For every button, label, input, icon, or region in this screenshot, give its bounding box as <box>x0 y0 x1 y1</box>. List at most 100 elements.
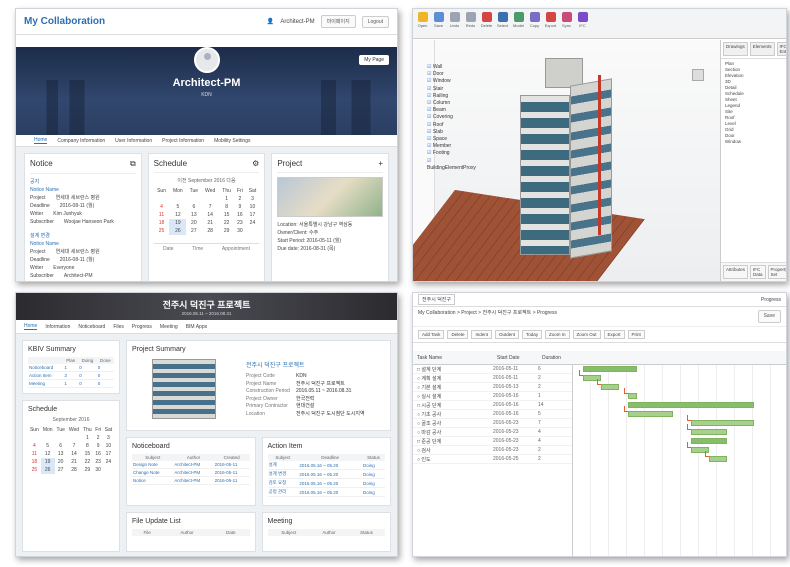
calendar-day[interactable]: 19 <box>40 458 55 466</box>
my-page-button[interactable]: My Page <box>359 55 389 65</box>
task-row[interactable]: □ 시공 단계 2016-05-16 14 <box>413 401 572 410</box>
task-bar[interactable] <box>628 393 637 399</box>
tool-export-button[interactable]: Export <box>544 12 557 35</box>
calendar-day[interactable]: 22 <box>81 458 93 466</box>
table-row[interactable]: 공정 관리 2016.05.16 ~ 05.20 Doing <box>267 487 385 497</box>
task-bar[interactable] <box>691 420 754 426</box>
calendar-day[interactable]: 4 <box>28 442 41 450</box>
calendar-day[interactable]: 18 <box>28 458 41 466</box>
calendar-day[interactable]: 3 <box>246 195 260 203</box>
task-bar[interactable] <box>691 429 727 435</box>
plus-icon[interactable]: + <box>378 159 383 168</box>
logout-button[interactable]: Logout <box>361 15 389 28</box>
tree-item[interactable]: Column <box>427 100 477 107</box>
calendar-day[interactable]: 16 <box>234 211 245 219</box>
calendar-day[interactable]: 7 <box>201 203 219 211</box>
calendar-day[interactable]: 28 <box>201 227 219 235</box>
next-month-button[interactable]: 다음 <box>225 178 235 184</box>
save-button[interactable]: Save <box>757 310 781 323</box>
3d-viewport[interactable] <box>413 40 720 281</box>
task-row[interactable]: ○ 골조 공사 2016-05-23 7 <box>413 419 572 428</box>
tree-item[interactable]: Member <box>427 143 477 150</box>
calendar-day[interactable]: 10 <box>103 442 114 450</box>
task-row[interactable]: ○ 기본 설계 2016-05-13 2 <box>413 383 572 392</box>
tab-noticeboard[interactable]: Noticeboard <box>78 324 105 330</box>
gantt-tool-button[interactable]: Today <box>521 330 542 339</box>
task-row[interactable]: ○ 검사 2016-05-23 2 <box>413 446 572 455</box>
tree-item[interactable]: Wall <box>427 64 477 71</box>
gantt-tool-button[interactable]: Zoom In <box>545 330 570 339</box>
more-icon[interactable]: ⧉ <box>130 159 136 169</box>
task-bar[interactable] <box>583 366 637 372</box>
project-selector[interactable]: 전주시 덕진구 <box>418 294 455 305</box>
tab-user[interactable]: User Information <box>115 138 152 144</box>
calendar-day[interactable]: 29 <box>219 227 234 235</box>
tab-mobility[interactable]: Mobility Settings <box>214 138 250 144</box>
tool-ifc-button[interactable]: IFC <box>576 12 589 35</box>
task-row[interactable]: ○ 마감 공사 2016-05-23 4 <box>413 428 572 437</box>
tree-item[interactable]: Stair <box>427 86 477 93</box>
calendar-day[interactable]: 11 <box>154 211 170 219</box>
table-row[interactable]: Meeting 1 0 0 <box>28 379 114 388</box>
calendar-day[interactable]: 16 <box>94 450 103 458</box>
task-row[interactable]: □ 준공 단계 2016-05-23 4 <box>413 437 572 446</box>
gantt-tool-button[interactable]: Print <box>627 330 645 339</box>
tool-undo-button[interactable]: Undo <box>448 12 461 35</box>
calendar-day[interactable]: 9 <box>234 203 245 211</box>
drawing-item[interactable]: Window <box>725 139 782 145</box>
tab-information[interactable]: Information <box>45 324 70 330</box>
tree-item[interactable]: Covering <box>427 114 477 121</box>
table-row[interactable]: Design Note Architect-PM 2016-05-11 <box>132 461 250 469</box>
tool-select-button[interactable]: Select <box>496 12 509 35</box>
tree-item[interactable]: Footing <box>427 150 477 157</box>
calendar-day[interactable]: 3 <box>103 434 114 442</box>
calendar-day[interactable]: 28 <box>67 466 81 474</box>
calendar-day[interactable]: 27 <box>55 466 67 474</box>
calendar-day[interactable]: 5 <box>41 442 55 450</box>
calendar-day[interactable]: 6 <box>186 203 201 211</box>
user-name[interactable]: Architect-PM <box>280 19 314 25</box>
tab-bim-apps[interactable]: BIM Apps <box>186 324 207 330</box>
tree-item[interactable]: Window <box>427 78 477 85</box>
task-row[interactable]: ○ 기초 공사 2016-05-16 5 <box>413 410 572 419</box>
calendar-day[interactable]: 7 <box>67 442 81 450</box>
calendar-day[interactable]: 21 <box>201 219 219 227</box>
table-row[interactable]: 검토 요청 2016.05.16 ~ 05.20 Doing <box>267 478 385 488</box>
calendar-day[interactable]: 19 <box>169 219 187 227</box>
prev-month-button[interactable]: 이전 <box>177 178 188 184</box>
tree-item[interactable]: Space <box>427 136 477 143</box>
gantt-tool-button[interactable]: Add Task <box>418 330 445 339</box>
tool-copy-button[interactable]: Copy <box>528 12 541 35</box>
calendar-day[interactable]: 24 <box>103 458 114 466</box>
gantt-tool-button[interactable]: Delete <box>447 330 469 339</box>
tool-model-button[interactable]: Model <box>512 12 525 35</box>
table-row[interactable]: Change Note Architect-PM 2016-05-11 <box>132 468 250 477</box>
calendar-day[interactable]: 15 <box>219 211 234 219</box>
calendar-day[interactable]: 2 <box>94 434 103 442</box>
calendar-day[interactable]: 13 <box>186 211 201 219</box>
table-row[interactable]: 설계 2016.05.16 ~ 05.20 Doing <box>267 461 385 470</box>
tree-item[interactable]: Railing <box>427 93 477 100</box>
task-bar[interactable] <box>601 384 619 390</box>
tool-sync-button[interactable]: Sync <box>560 12 573 35</box>
notice-link[interactable]: Notice Name <box>30 240 60 248</box>
calendar-day[interactable]: 20 <box>55 458 67 466</box>
calendar-day[interactable]: 12 <box>41 450 55 458</box>
notice-link[interactable]: Notice Name <box>30 186 60 194</box>
calendar-day[interactable]: 22 <box>219 219 234 227</box>
tree-item[interactable]: Slab <box>427 129 477 136</box>
task-bar[interactable] <box>709 456 727 462</box>
calendar-day[interactable]: 29 <box>81 466 93 474</box>
calendar-day[interactable]: 14 <box>201 211 219 219</box>
calendar-day[interactable]: 21 <box>67 458 81 466</box>
progress-tab[interactable]: Progress <box>761 297 781 303</box>
task-bar[interactable] <box>691 438 727 444</box>
calendar-day[interactable]: 26 <box>169 227 187 235</box>
tool-open-button[interactable]: Open <box>416 12 429 35</box>
calendar-day[interactable]: 18 <box>154 219 170 227</box>
tab-home[interactable]: Home <box>24 323 38 330</box>
mypage-link[interactable]: 마이페이지 <box>320 15 356 28</box>
table-row[interactable]: Notice Architect-PM 2016-05-11 <box>132 476 250 485</box>
tab-drawings[interactable]: Drawings <box>723 42 748 56</box>
tree-item[interactable]: Beam <box>427 107 477 114</box>
